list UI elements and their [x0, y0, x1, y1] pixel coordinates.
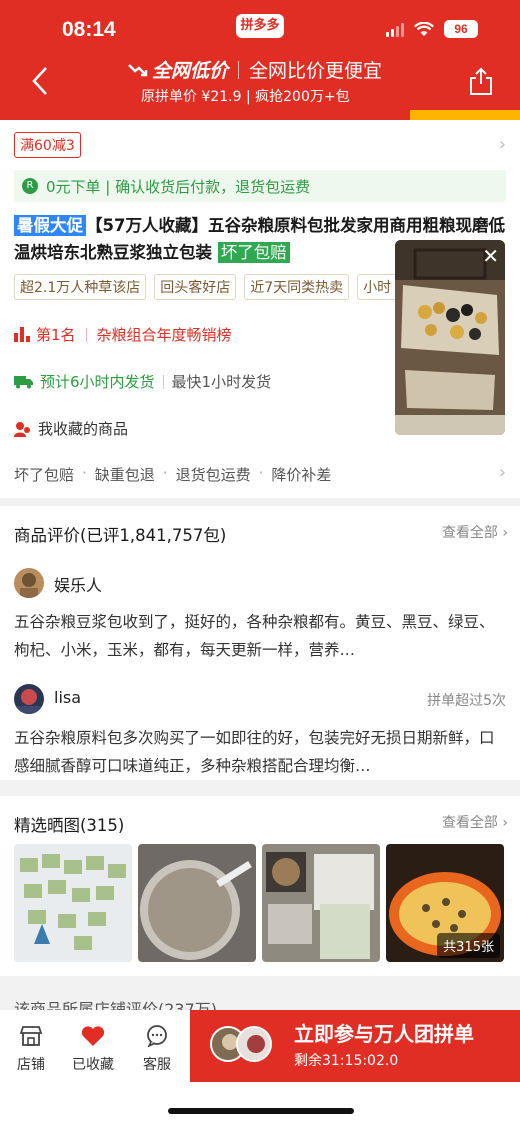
chat-icon: [147, 1025, 167, 1047]
app-badge: 拼多多: [236, 14, 284, 38]
photos-title: 精选晒图(315): [14, 816, 125, 835]
header-divider: [238, 60, 240, 79]
join-group-buy-button[interactable]: 立即参与万人团拼单 剩余31:15:02.0: [190, 1010, 520, 1082]
reviews-see-all[interactable]: 查看全部 ›: [442, 522, 508, 542]
rank-label: 第1名: [36, 326, 76, 344]
trend-down-icon: [128, 63, 148, 76]
header-title-row: 全网低价 全网比价更便宜: [128, 56, 382, 83]
truck-icon: [14, 376, 33, 389]
header-accent-strip: [410, 110, 520, 120]
favorite-button[interactable]: 已收藏: [66, 1022, 120, 1074]
store-button[interactable]: 店铺: [4, 1022, 58, 1074]
favorites-label: 我收藏的商品: [38, 420, 129, 438]
shipping-fastest: 最快1小时发货: [171, 373, 272, 391]
favorite-label: 已收藏: [72, 1057, 114, 1073]
avatar[interactable]: [14, 684, 44, 714]
shipping-estimate: 预计6小时内发货: [40, 373, 155, 391]
guarantee-text: 0元下单 | 确认收货后付款，退货包运费: [46, 177, 311, 196]
shipping-row[interactable]: 预计6小时内发货 最快1小时发货: [14, 371, 271, 392]
promo-tag: 暑假大促: [14, 215, 86, 236]
chip-hot[interactable]: 近7天同类热卖: [244, 274, 350, 300]
status-time: 08:14: [62, 18, 116, 41]
home-indicator: [168, 1108, 354, 1114]
service-item: 坏了包赔: [14, 466, 75, 484]
reviews-card: 商品评价(已评1,841,757包) 查看全部 › 娱乐人 五谷杂粮豆浆包收到了…: [0, 506, 520, 780]
dot-separator: ·: [258, 464, 264, 482]
header-subtitle: 全网比价更便宜: [249, 60, 383, 82]
customer-service-label: 客服: [143, 1057, 171, 1073]
photo-count-badge: 共315张: [437, 933, 500, 958]
battery-icon: 96: [444, 20, 478, 38]
rank-desc: 杂粮组合年度畅销榜: [96, 326, 232, 344]
guarantee-bar[interactable]: R 0元下单 | 确认收货后付款，退货包运费: [14, 170, 506, 202]
bottom-action-bar: 店铺 已收藏 客服 立即参与万人团拼单 剩余31:15:02.0: [0, 1010, 520, 1124]
coupon-badge[interactable]: 满60减3: [14, 132, 81, 158]
service-item: 退货包运费: [175, 466, 251, 484]
review-text[interactable]: 五谷杂粮原料包多次购买了一如即往的好，包装完好无损日期新鲜，口感细腻香醇可口味道…: [14, 724, 506, 780]
review-user: 娱乐人: [54, 576, 103, 595]
wifi-icon: [414, 21, 434, 36]
chevron-right-icon[interactable]: ›: [499, 462, 506, 483]
chip-seeded[interactable]: 超2.1万人种草该店: [14, 274, 147, 300]
photos-see-all[interactable]: 查看全部 ›: [442, 812, 508, 832]
top-header: 08:14 拼多多 96 全网低价 全网比价更便宜 原拼单价 ¥21.9 | 疯…: [0, 0, 520, 120]
repeat-buyer-badge: 拼单超过5次: [427, 693, 506, 709]
header-title: 全网低价: [152, 60, 229, 82]
floating-video[interactable]: ✕: [395, 240, 505, 435]
status-icons: 96: [386, 20, 478, 38]
avatar: [236, 1026, 272, 1062]
service-item: 缺重包退: [94, 466, 155, 484]
photos-card: 精选晒图(315) 查看全部 › 共315张: [0, 796, 520, 976]
review-user: lisa: [54, 688, 82, 707]
store-label: 店铺: [17, 1057, 45, 1073]
shipping-divider: [162, 374, 164, 389]
dot-separator: ·: [162, 464, 168, 482]
rank-row[interactable]: 第1名 杂粮组合年度畅销榜: [14, 324, 232, 345]
close-icon[interactable]: ✕: [482, 244, 499, 268]
favorites-row[interactable]: 我收藏的商品: [14, 418, 128, 439]
review-photo[interactable]: [262, 844, 380, 962]
guarantee-icon: R: [22, 178, 38, 194]
countdown-timer: 剩余31:15:02.0: [294, 1053, 399, 1069]
avatar[interactable]: [14, 568, 44, 598]
chevron-right-icon[interactable]: ›: [499, 134, 506, 155]
chip-returning[interactable]: 回头客好店: [154, 274, 237, 300]
users-icon: [14, 421, 30, 437]
service-item: 降价补差: [271, 466, 332, 484]
store-icon: [19, 1026, 43, 1046]
see-all-label: 查看全部: [441, 525, 498, 541]
join-group-label: 立即参与万人团拼单: [294, 1022, 474, 1046]
rank-divider: [85, 327, 87, 342]
share-icon[interactable]: [468, 66, 494, 96]
heart-icon: [81, 1026, 105, 1046]
back-icon[interactable]: [28, 64, 54, 98]
customer-service-button[interactable]: 客服: [130, 1022, 184, 1074]
review-photo[interactable]: 共315张: [386, 844, 504, 962]
rank-icon: [14, 327, 30, 342]
review-photo[interactable]: [14, 844, 132, 962]
group-avatars: [210, 1026, 272, 1062]
see-all-label: 查看全部: [441, 815, 498, 831]
signal-icon: [386, 22, 404, 37]
reviews-title: 商品评价(已评1,841,757包): [14, 526, 227, 545]
service-guarantees[interactable]: 坏了包赔 · 缺重包退 · 退货包运费 · 降价补差: [14, 464, 331, 485]
review-text[interactable]: 五谷杂粮豆浆包收到了，挺好的，各种杂粮都有。黄豆、黑豆、绿豆、枸杞、小米，玉米，…: [14, 608, 506, 664]
review-photo[interactable]: [138, 844, 256, 962]
bad-refund-tag: 坏了包赔: [217, 242, 290, 263]
video-thumbnail: [395, 240, 505, 435]
chip-extra[interactable]: 小时: [357, 274, 398, 300]
dot-separator: ·: [82, 464, 87, 482]
store-chips: 超2.1万人种草该店 回头客好店 近7天同类热卖 小时: [14, 274, 398, 300]
header-price-info: 原拼单价 ¥21.9 | 疯抢200万+包: [141, 89, 350, 105]
